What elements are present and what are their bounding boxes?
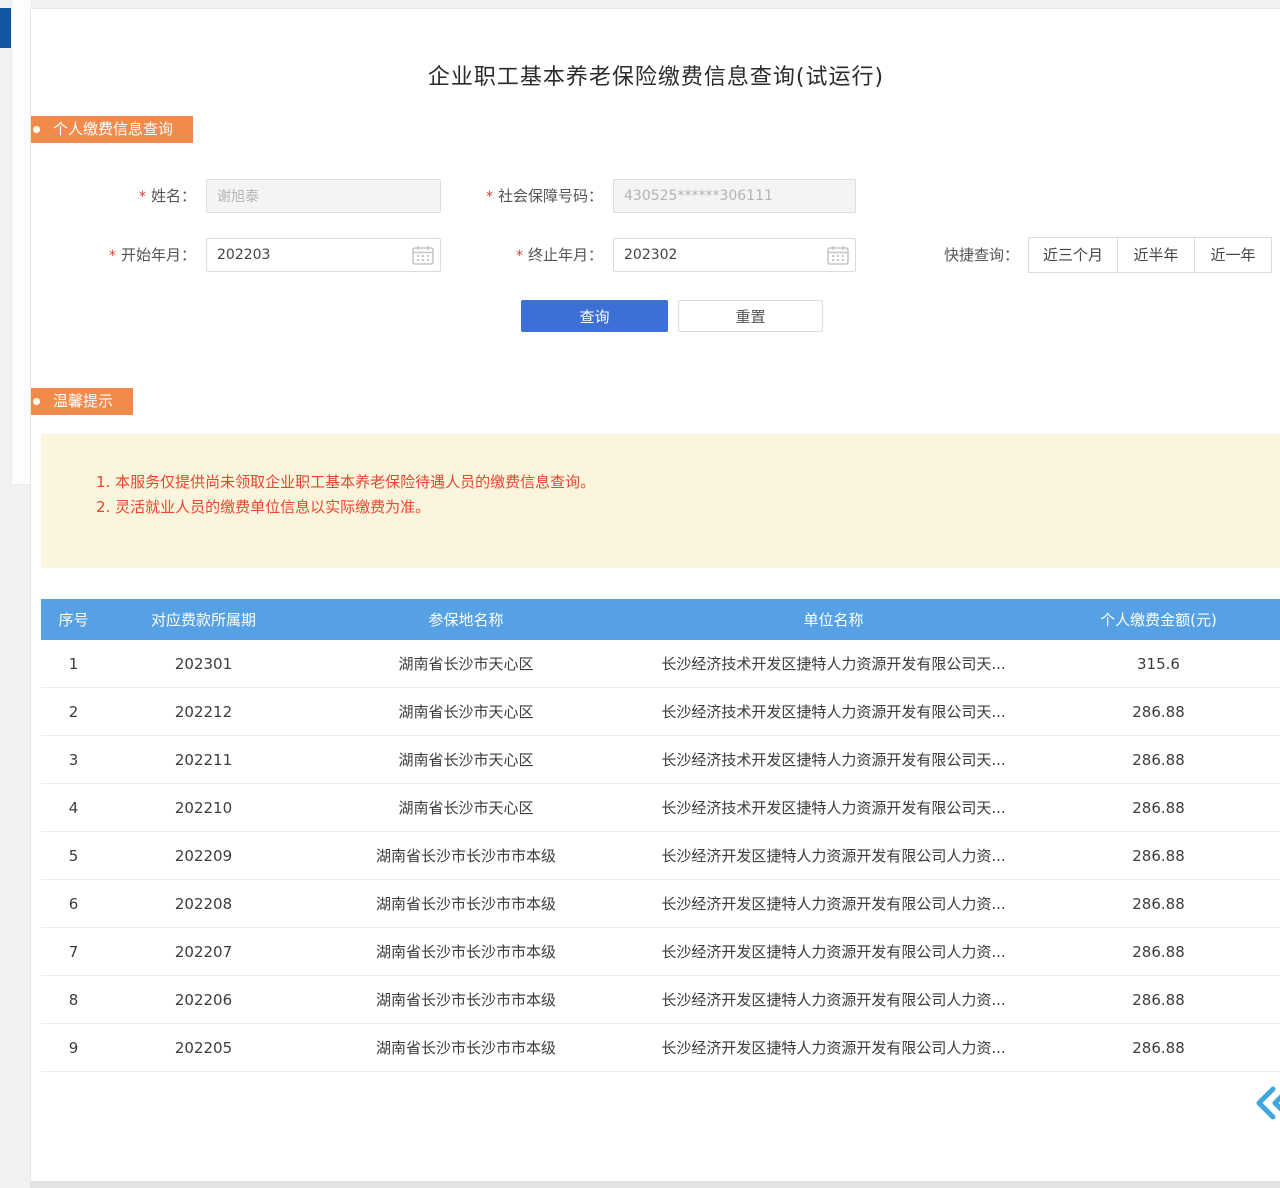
required-mark: * [139,189,146,205]
col-header-amount: 个人缴费金额(元) [1036,599,1280,640]
table-cell: 286.88 [1036,736,1280,784]
required-mark: * [486,189,493,205]
section-label: 个人缴费信息查询 [53,116,173,143]
table-body: 1202301湖南省长沙市天心区长沙经济技术开发区捷特人力资源开发有限公司天..… [41,640,1280,1072]
table-cell: 长沙经济开发区捷特人力资源开发有限公司人力资... [631,880,1036,928]
tips-line: 2. 灵活就业人员的缴费单位信息以实际缴费为准。 [96,495,1261,520]
table-cell: 长沙经济技术开发区捷特人力资源开发有限公司天... [631,640,1036,688]
main-panel: 企业职工基本养老保险缴费信息查询(试运行) 个人缴费信息查询 *姓名： *社会保… [30,8,1280,1184]
table-cell: 202211 [106,736,301,784]
table-cell: 4 [41,784,106,832]
table-cell: 286.88 [1036,688,1280,736]
table-cell: 湖南省长沙市长沙市市本级 [301,928,631,976]
horizontal-scrollbar[interactable] [30,1181,1280,1188]
name-input[interactable] [206,179,441,213]
table-cell: 5 [41,832,106,880]
quick-3months-button[interactable]: 近三个月 [1028,237,1118,273]
table-cell: 286.88 [1036,832,1280,880]
query-button[interactable]: 查询 [521,300,668,332]
table-cell: 202206 [106,976,301,1024]
tips-box: 1. 本服务仅提供尚未领取企业职工基本养老保险待遇人员的缴费信息查询。 2. 灵… [41,434,1280,568]
table-cell: 202210 [106,784,301,832]
double-chevron-left-icon[interactable] [1252,1081,1280,1125]
table-row: 1202301湖南省长沙市天心区长沙经济技术开发区捷特人力资源开发有限公司天..… [41,640,1280,688]
table-cell: 长沙经济技术开发区捷特人力资源开发有限公司天... [631,736,1036,784]
table-cell: 1 [41,640,106,688]
section-header-personal-query: 个人缴费信息查询 [30,116,193,143]
section-header-tips: 温馨提示 [30,388,133,415]
table-cell: 9 [41,1024,106,1072]
name-label: *姓名： [71,179,196,213]
table-cell: 长沙经济开发区捷特人力资源开发有限公司人力资... [631,928,1036,976]
table-cell: 286.88 [1036,976,1280,1024]
table-row: 3202211湖南省长沙市天心区长沙经济技术开发区捷特人力资源开发有限公司天..… [41,736,1280,784]
table-cell: 湖南省长沙市天心区 [301,688,631,736]
bullet-icon [33,398,40,405]
table-row: 4202210湖南省长沙市天心区长沙经济技术开发区捷特人力资源开发有限公司天..… [41,784,1280,832]
table-row: 7202207湖南省长沙市长沙市市本级长沙经济开发区捷特人力资源开发有限公司人力… [41,928,1280,976]
table-cell: 286.88 [1036,880,1280,928]
table-cell: 长沙经济开发区捷特人力资源开发有限公司人力资... [631,1024,1036,1072]
table-cell: 长沙经济技术开发区捷特人力资源开发有限公司天... [631,688,1036,736]
table-cell: 202212 [106,688,301,736]
end-month-label: *终止年月： [431,238,603,272]
table-cell: 286.88 [1036,1024,1280,1072]
table-cell: 湖南省长沙市天心区 [301,640,631,688]
results-table: 序号 对应费款所属期 参保地名称 单位名称 个人缴费金额(元) 1202301湖… [41,599,1280,1072]
table-row: 6202208湖南省长沙市长沙市市本级长沙经济开发区捷特人力资源开发有限公司人力… [41,880,1280,928]
table-cell: 2 [41,688,106,736]
table-cell: 202208 [106,880,301,928]
ribbon-fold [30,415,31,428]
col-header-period: 对应费款所属期 [106,599,301,640]
ssn-input[interactable] [613,179,856,213]
table-cell: 湖南省长沙市天心区 [301,736,631,784]
table-cell: 3 [41,736,106,784]
page-title: 企业职工基本养老保险缴费信息查询(试运行) [31,59,1280,91]
table-cell: 202207 [106,928,301,976]
required-mark: * [516,248,523,264]
col-header-employer: 单位名称 [631,599,1036,640]
table-cell: 湖南省长沙市长沙市市本级 [301,1024,631,1072]
quick-query-group: 近三个月 近半年 近一年 [1029,237,1272,273]
ribbon-fold [30,143,31,156]
quick-query-label: 快捷查询： [929,237,1019,273]
bullet-icon [33,126,40,133]
table-row: 2202212湖南省长沙市天心区长沙经济技术开发区捷特人力资源开发有限公司天..… [41,688,1280,736]
section-label: 温馨提示 [53,388,113,415]
table-cell: 湖南省长沙市长沙市市本级 [301,880,631,928]
table-cell: 202209 [106,832,301,880]
table-cell: 7 [41,928,106,976]
required-mark: * [109,248,116,264]
table-cell: 长沙经济技术开发区捷特人力资源开发有限公司天... [631,784,1036,832]
calendar-icon[interactable] [827,245,849,269]
start-month-input[interactable] [206,238,441,272]
table-header-row: 序号 对应费款所属期 参保地名称 单位名称 个人缴费金额(元) [41,599,1280,640]
tips-line: 1. 本服务仅提供尚未领取企业职工基本养老保险待遇人员的缴费信息查询。 [96,470,1261,495]
reset-button[interactable]: 重置 [678,300,823,332]
table-cell: 202205 [106,1024,301,1072]
table-cell: 202301 [106,640,301,688]
table-row: 5202209湖南省长沙市长沙市市本级长沙经济开发区捷特人力资源开发有限公司人力… [41,832,1280,880]
col-header-index: 序号 [41,599,106,640]
table-cell: 湖南省长沙市长沙市市本级 [301,976,631,1024]
results-table-wrapper: 序号 对应费款所属期 参保地名称 单位名称 个人缴费金额(元) 1202301湖… [41,599,1280,1072]
col-header-insured-place: 参保地名称 [301,599,631,640]
table-row: 9202205湖南省长沙市长沙市市本级长沙经济开发区捷特人力资源开发有限公司人力… [41,1024,1280,1072]
end-month-input[interactable] [613,238,856,272]
table-cell: 286.88 [1036,928,1280,976]
table-cell: 315.6 [1036,640,1280,688]
left-side-strip [11,0,32,485]
table-cell: 6 [41,880,106,928]
table-cell: 长沙经济开发区捷特人力资源开发有限公司人力资... [631,976,1036,1024]
table-cell: 286.88 [1036,784,1280,832]
table-cell: 8 [41,976,106,1024]
table-row: 8202206湖南省长沙市长沙市市本级长沙经济开发区捷特人力资源开发有限公司人力… [41,976,1280,1024]
quick-halfyear-button[interactable]: 近半年 [1117,237,1195,273]
ssn-label: *社会保障号码： [431,179,603,213]
table-cell: 湖南省长沙市长沙市市本级 [301,832,631,880]
table-cell: 长沙经济开发区捷特人力资源开发有限公司人力资... [631,832,1036,880]
table-cell: 湖南省长沙市天心区 [301,784,631,832]
start-month-label: *开始年月： [71,238,196,272]
quick-1year-button[interactable]: 近一年 [1194,237,1272,273]
